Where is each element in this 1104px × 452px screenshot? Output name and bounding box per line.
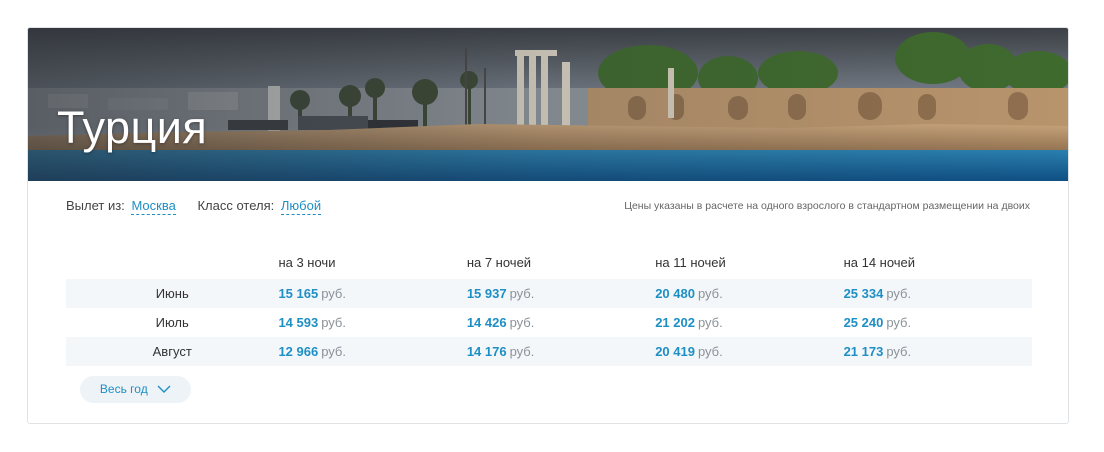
month-cell: Июнь — [66, 279, 279, 308]
currency-label: руб. — [886, 315, 912, 330]
price-cell[interactable]: 25 334 руб. — [843, 279, 1032, 308]
table-row: Июль 14 593 руб. 14 426 руб. 21 202 руб. 25… — [66, 308, 1032, 337]
price-value[interactable]: 20 480 — [655, 286, 695, 301]
currency-label: руб. — [509, 286, 535, 301]
price-value[interactable]: 25 240 — [844, 315, 884, 330]
currency-label: руб. — [697, 315, 723, 330]
column-header: на 7 ночей — [466, 254, 532, 270]
table-header-row: на 3 ночи на 7 ночей на 11 ночей на 14 н… — [66, 245, 1032, 279]
chevron-down-icon — [157, 385, 171, 393]
price-cell[interactable]: 20 419 руб. — [655, 337, 844, 366]
hotel-class-label: Класс отеля: — [197, 198, 275, 213]
month-cell: Июль — [155, 315, 189, 330]
price-cell[interactable]: 14 593 руб. — [278, 308, 466, 337]
currency-label: руб. — [697, 286, 723, 301]
price-cell[interactable]: 15 937 руб. — [466, 279, 656, 308]
currency-label: руб. — [509, 315, 535, 330]
currency-label: руб. — [321, 315, 346, 330]
price-value[interactable]: 15 937 — [467, 286, 507, 301]
price-cell[interactable]: 12 966 руб. — [278, 337, 467, 366]
table-row: Июнь 15 165 руб. 15 937 руб. 20 480 руб. 25… — [66, 279, 1032, 308]
price-cell[interactable]: 14 426 руб. — [467, 308, 655, 337]
whole-year-button[interactable]: Весь год — [80, 376, 191, 403]
destination-banner: Турция — [28, 28, 1068, 181]
currency-label: руб. — [886, 344, 912, 359]
price-value[interactable]: 20 419 — [655, 344, 695, 359]
price-table: на 3 ночи на 7 ночей на 11 ночей на 14 н… — [66, 245, 1032, 366]
column-header: на 14 ночей — [843, 254, 916, 270]
whole-year-label: Весь год — [99, 382, 148, 396]
hotel-class-dropdown[interactable]: Любой — [280, 198, 322, 215]
destination-title: Турция — [57, 102, 208, 153]
price-value[interactable]: 25 334 — [844, 286, 884, 301]
filter-bar: Вылет из: Москва Класс отеля: Любой Цены… — [66, 198, 1030, 218]
departure-city-dropdown[interactable]: Москва — [131, 198, 176, 215]
column-header: на 3 ночи — [278, 254, 336, 270]
price-cell[interactable]: 15 165 руб. — [278, 279, 467, 308]
price-value[interactable]: 14 593 — [278, 315, 318, 330]
tour-card: Турция Вылет из: Москва Класс отеля: Люб… — [27, 27, 1069, 424]
price-cell[interactable]: 21 202 руб. — [655, 308, 843, 337]
price-value[interactable]: 14 176 — [467, 344, 507, 359]
month-column-header — [66, 245, 278, 279]
price-cell[interactable]: 14 176 руб. — [466, 337, 656, 366]
price-cell[interactable]: 21 173 руб. — [843, 337, 1032, 366]
table-row: Август 12 966 руб. 14 176 руб. 20 419 руб. … — [66, 337, 1032, 366]
departure-label: Вылет из: — [66, 198, 125, 213]
departure-filter: Вылет из: Москва — [66, 198, 176, 215]
currency-label: руб. — [886, 286, 912, 301]
price-value[interactable]: 21 202 — [655, 315, 695, 330]
price-value[interactable]: 21 173 — [844, 344, 884, 359]
price-value[interactable]: 15 165 — [278, 286, 318, 301]
currency-label: руб. — [697, 344, 723, 359]
month-cell: Август — [66, 337, 279, 366]
currency-label: руб. — [321, 344, 346, 359]
hotel-class-filter: Класс отеля: Любой — [197, 198, 322, 215]
price-value[interactable]: 14 426 — [467, 315, 507, 330]
column-header: на 11 ночей — [655, 254, 726, 270]
price-value[interactable]: 12 966 — [278, 344, 318, 359]
currency-label: руб. — [509, 344, 535, 359]
price-note: Цены указаны в расчете на одного взросло… — [624, 200, 1030, 212]
price-cell[interactable]: 25 240 руб. — [844, 308, 1032, 337]
currency-label: руб. — [321, 286, 346, 301]
price-cell[interactable]: 20 480 руб. — [655, 279, 844, 308]
